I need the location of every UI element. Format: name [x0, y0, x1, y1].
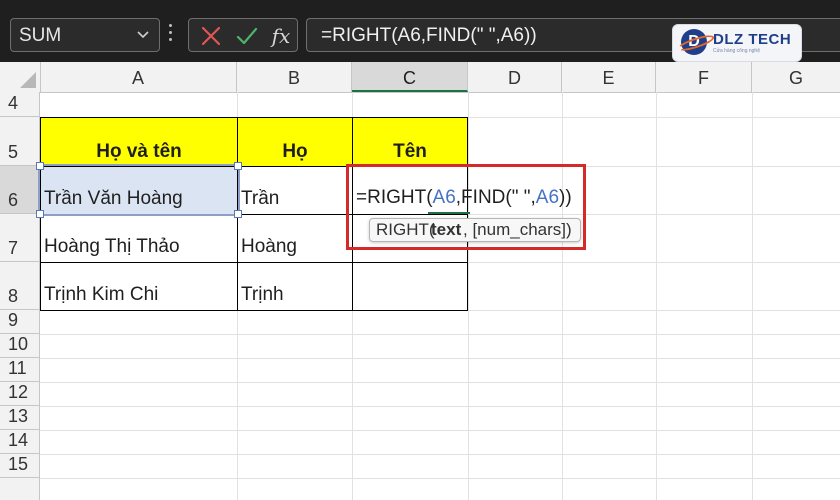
cell-b8[interactable]: Trịnh: [237, 262, 353, 311]
header-cell-first-name[interactable]: Tên: [352, 117, 468, 167]
worksheet-grid[interactable]: A B C D E F G 4 5 6 7 8 9 10 11 12 13 14…: [0, 62, 840, 500]
row-header-4[interactable]: 4: [0, 92, 40, 117]
column-header-a[interactable]: A: [40, 62, 237, 92]
vertical-dots-icon[interactable]: [169, 24, 173, 45]
name-box[interactable]: SUM: [10, 18, 160, 52]
cell-b7[interactable]: Hoàng: [237, 214, 353, 263]
enter-check-icon[interactable]: [233, 22, 261, 50]
logo-tagline: Cửa hàng công nghệ: [713, 48, 760, 54]
logo-name: DLZ TECH: [713, 31, 792, 48]
name-box-value: SUM: [19, 25, 62, 46]
column-header-row: A B C D E F G: [0, 62, 840, 93]
column-header-e[interactable]: E: [562, 62, 656, 92]
row-header-14[interactable]: 14: [0, 430, 40, 454]
column-header-g[interactable]: G: [752, 62, 840, 92]
formula-text: =RIGHT(A6,FIND(" ",A6)): [321, 25, 537, 46]
cell-a6[interactable]: Trần Văn Hoàng: [40, 166, 238, 215]
header-cell-last-name[interactable]: Họ: [237, 117, 353, 167]
cell-b6[interactable]: Trần: [237, 166, 353, 215]
cancel-x-icon[interactable]: [197, 22, 225, 50]
row-header-15[interactable]: 15: [0, 454, 40, 478]
row-header-5[interactable]: 5: [0, 117, 40, 166]
row-header-6[interactable]: 6: [0, 166, 40, 214]
cell-a7[interactable]: Hoàng Thị Thảo: [40, 214, 238, 263]
dlz-tech-logo: D DLZ TECH Cửa hàng công nghệ: [672, 24, 802, 62]
row-header-11[interactable]: 11: [0, 358, 40, 382]
insert-function-button[interactable]: fx: [267, 22, 295, 50]
row-header-13[interactable]: 13: [0, 406, 40, 430]
row-header-10[interactable]: 10: [0, 334, 40, 358]
row-header-7[interactable]: 7: [0, 214, 40, 262]
column-header-d[interactable]: D: [468, 62, 562, 92]
header-cell-full-name[interactable]: Họ và tên: [40, 117, 238, 167]
row-header-9[interactable]: 9: [0, 310, 40, 334]
column-header-b[interactable]: B: [237, 62, 352, 92]
cell-a8[interactable]: Trịnh Kim Chi: [40, 262, 238, 311]
column-header-f[interactable]: F: [656, 62, 752, 92]
row-header-16[interactable]: [0, 478, 40, 500]
column-header-c[interactable]: C: [352, 62, 468, 92]
logo-mark-icon: D: [681, 29, 707, 55]
annotation-highlight-box: [346, 164, 586, 250]
chevron-down-icon[interactable]: [135, 23, 151, 52]
select-all-corner[interactable]: [0, 62, 41, 92]
row-header-8[interactable]: 8: [0, 262, 40, 310]
formula-buttons: fx: [188, 18, 298, 52]
row-header-12[interactable]: 12: [0, 382, 40, 406]
